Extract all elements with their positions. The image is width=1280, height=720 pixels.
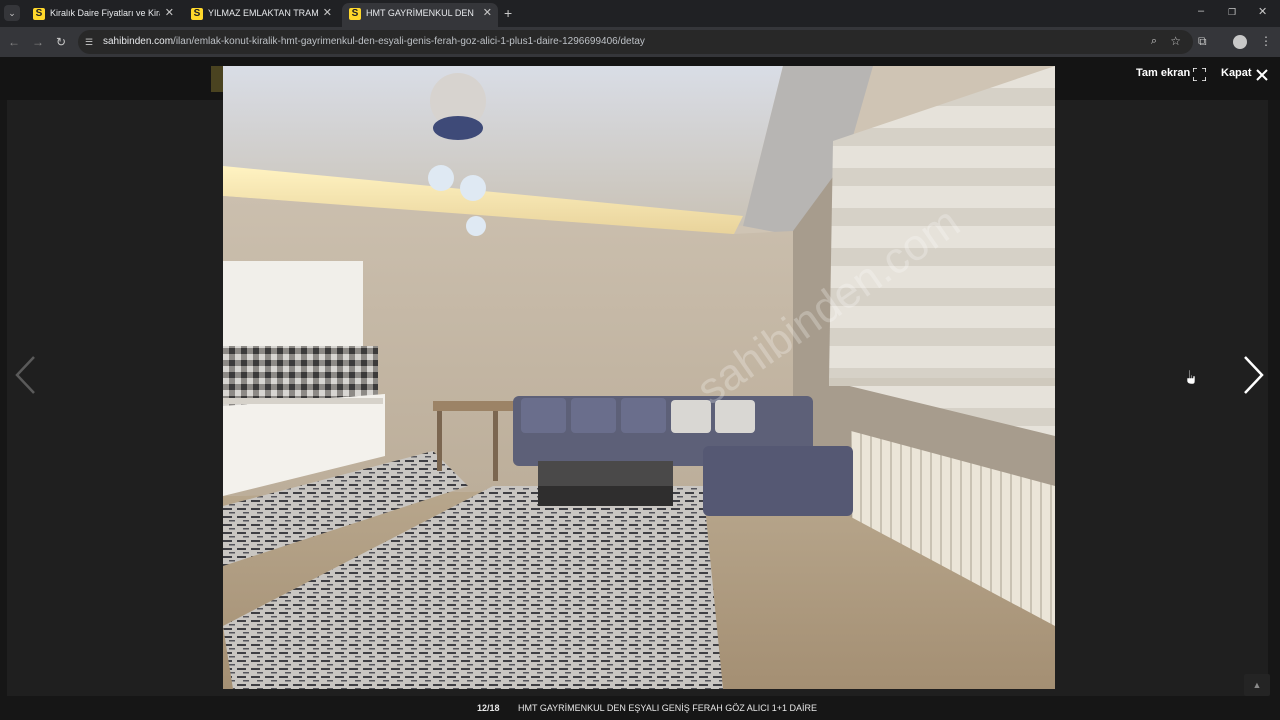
fullscreen-icon[interactable] [1193, 68, 1206, 81]
window-close-icon[interactable]: ✕ [1258, 5, 1267, 18]
tab-search-icon[interactable]: ⌄ [4, 5, 20, 21]
next-arrow-icon[interactable] [1243, 355, 1265, 395]
sahibinden-favicon-icon: S [191, 8, 203, 20]
profile-avatar[interactable] [1233, 35, 1247, 49]
menu-kebab-icon[interactable]: ⋮ [1260, 34, 1272, 48]
tab-title: HMT GAYRİMENKUL DEN EŞYA [366, 8, 476, 18]
gallery-caption-bar: 12/18 HMT GAYRİMENKUL DEN EŞYALI GENİŞ F… [0, 696, 1280, 720]
page-underlay-right [1268, 100, 1280, 720]
hand-cursor-icon [1186, 369, 1196, 385]
photo-counter: 12/18 [477, 703, 500, 713]
sahibinden-favicon-icon: S [33, 8, 45, 20]
tab-strip: ⌄ S Kiralık Daire Fiyatları ve Kiralık E… [0, 0, 1280, 27]
tab-yilmaz-emlak[interactable]: S YILMAZ EMLAKTAN TRAMVAY ✕ [184, 3, 338, 27]
fullscreen-label[interactable]: Tam ekran [1136, 67, 1190, 79]
close-label[interactable]: Kapat [1221, 67, 1252, 79]
close-icon[interactable] [1256, 69, 1268, 81]
tab-title: YILMAZ EMLAKTAN TRAMVAY [208, 8, 318, 18]
site-settings-icon[interactable]: ☰ [85, 37, 95, 47]
tab-hmt-gayrimenkul[interactable]: S HMT GAYRİMENKUL DEN EŞYA ✕ [342, 3, 498, 27]
apartment-living-room-photo: sahibinden.com [223, 66, 1055, 689]
bookmark-star-icon[interactable]: ☆ [1170, 34, 1181, 48]
extensions-icon[interactable]: ⧉ [1198, 34, 1207, 49]
gallery-photo: sahibinden.com [223, 66, 1055, 689]
forward-icon[interactable]: → [32, 35, 44, 49]
listing-page: #1296699406 [0, 57, 1280, 720]
tab-close-icon[interactable]: ✕ [483, 6, 492, 19]
address-bar[interactable]: ☰ sahibinden.com/ilan/emlak-konut-kirali… [78, 30, 1193, 54]
previous-arrow-icon[interactable] [14, 355, 36, 395]
zoom-icon[interactable]: ⌕ [1151, 35, 1157, 48]
url-path: /ilan/emlak-konut-kiralik-hmt-gayrimenku… [173, 36, 645, 47]
tab-title: Kiralık Daire Fiyatları ve Kiralık E [50, 8, 160, 18]
sahibinden-logo [211, 66, 223, 92]
page-underlay-left [0, 100, 7, 720]
scroll-top-icon[interactable]: ▲ [1244, 674, 1270, 696]
tab-kiralik-daire[interactable]: S Kiralık Daire Fiyatları ve Kiralık E ✕ [26, 3, 180, 27]
photo-caption: HMT GAYRİMENKUL DEN EŞYALI GENİŞ FERAH G… [518, 703, 817, 713]
back-icon[interactable]: ← [8, 35, 20, 49]
reload-icon[interactable]: ↻ [56, 35, 66, 49]
new-tab-icon[interactable]: + [504, 5, 512, 21]
restore-icon[interactable]: ❐ [1228, 7, 1236, 18]
tab-close-icon[interactable]: ✕ [323, 6, 332, 19]
url-host: sahibinden.com [103, 36, 174, 47]
minimize-icon[interactable]: – [1198, 5, 1204, 17]
sahibinden-favicon-icon: S [349, 8, 361, 20]
tab-close-icon[interactable]: ✕ [165, 6, 174, 19]
address-toolbar: ← → ↻ ☰ sahibinden.com/ilan/emlak-konut-… [0, 27, 1280, 57]
url-text[interactable]: sahibinden.com/ilan/emlak-konut-kiralik-… [103, 36, 645, 47]
